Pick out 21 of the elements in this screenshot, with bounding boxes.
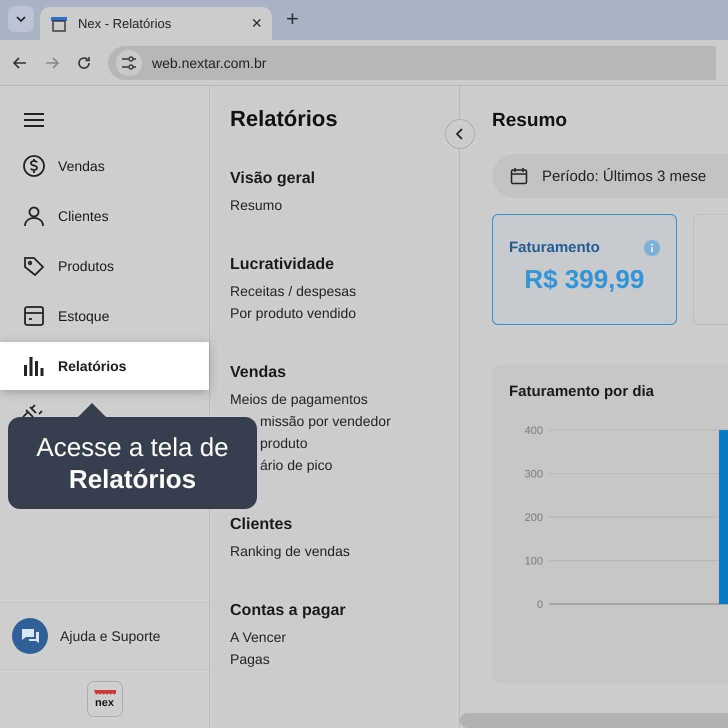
axis-label: 100 — [524, 556, 543, 568]
section-heading: Visão geral — [230, 170, 316, 188]
period-label: Período: Últimos 3 mese — [542, 168, 706, 184]
url-text: web.nextar.com.br — [152, 54, 266, 70]
section-heading: Vendas — [230, 364, 288, 382]
axis-label: 0 — [536, 599, 543, 611]
nex-logo: nex — [86, 681, 122, 717]
axis-label: 200 — [524, 512, 543, 524]
metric-label: Faturamento — [509, 239, 600, 256]
help-label: Ajuda e Suporte — [60, 628, 160, 644]
tab-title: Nex - Relatórios — [78, 16, 172, 31]
panel-title: Relatórios — [230, 106, 339, 132]
section-heading: Lucratividade — [230, 256, 336, 274]
axis-label: 400 — [524, 425, 543, 437]
chart-title: Faturamento por dia — [509, 383, 656, 400]
tooltip-text: Acesse a tela de Relatórios — [36, 432, 229, 494]
section-heading: Clientes — [230, 516, 294, 534]
section-heading: Contas a pagar — [230, 602, 347, 620]
axis-label: 300 — [524, 468, 543, 480]
page-title: Resumo — [492, 110, 568, 132]
metric-value: R$ 399,99 — [523, 264, 646, 295]
